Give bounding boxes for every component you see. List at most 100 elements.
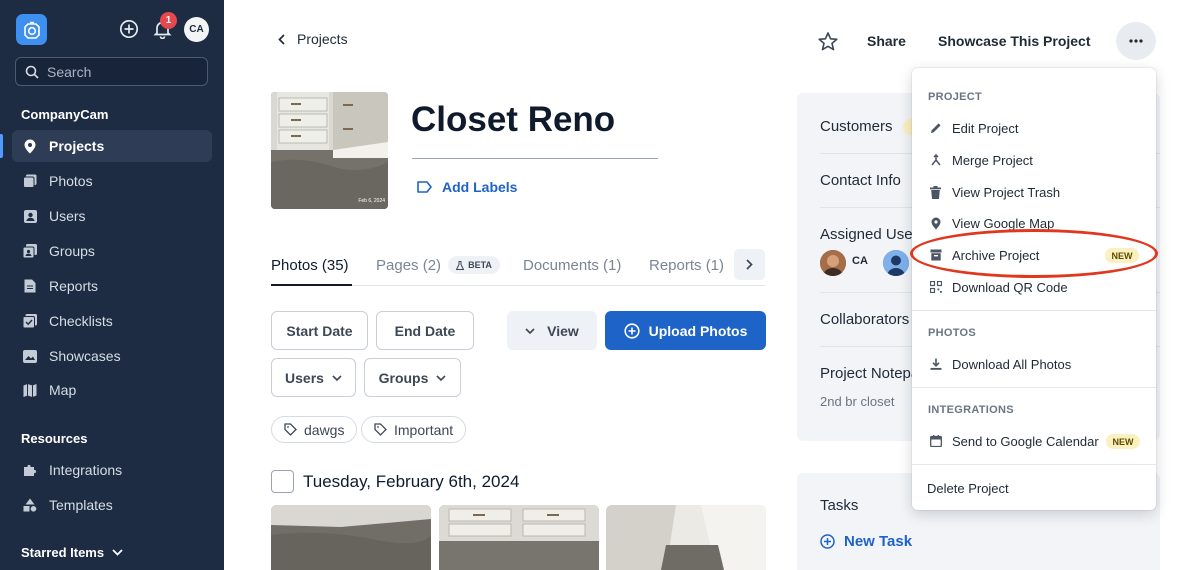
starred-items-toggle[interactable]: Starred Items: [21, 545, 123, 560]
select-date-checkbox[interactable]: [271, 470, 294, 493]
project-tabs: Photos (35) Pages (2) Documents (1) Repo…: [271, 248, 765, 286]
add-circle-icon: [820, 534, 835, 549]
pencil-icon: [929, 122, 942, 135]
add-circle-icon[interactable]: [118, 18, 140, 40]
search-icon: [25, 65, 39, 79]
active-tab-indicator: [271, 284, 352, 286]
menu-item-download-all-photos[interactable]: Download All Photos: [912, 351, 1156, 377]
new-task-button[interactable]: New Task: [820, 533, 912, 550]
sidebar-item-label: Reports: [49, 278, 99, 294]
tabs-scroll-right-button[interactable]: [734, 249, 765, 280]
title-underline: [412, 158, 658, 159]
menu-divider: [912, 310, 1156, 311]
project-title[interactable]: Closet Reno: [411, 100, 615, 140]
tab-reports[interactable]: Reports (1): [649, 257, 724, 274]
assigned-user-initials[interactable]: CA: [852, 255, 868, 267]
chevron-down-icon: [525, 327, 535, 334]
back-to-projects-link[interactable]: Projects: [278, 31, 348, 47]
tag-chip-label: Important: [394, 421, 454, 438]
chevron-left-icon: [278, 33, 285, 45]
ellipsis-icon: [1129, 39, 1143, 43]
search-input[interactable]: [47, 63, 197, 80]
tag-chip-important[interactable]: Important: [361, 416, 467, 443]
menu-item-merge-project[interactable]: Merge Project: [912, 147, 1156, 173]
groups-icon: [23, 244, 37, 258]
sidebar-item-label: Projects: [49, 138, 105, 154]
chevron-down-icon: [436, 374, 446, 381]
beta-badge-label: BETA: [468, 260, 492, 270]
sidebar-item-users[interactable]: Users: [12, 200, 212, 232]
tag-icon: [374, 423, 387, 436]
sidebar-item-label: Checklists: [49, 313, 113, 329]
menu-item-label: Edit Project: [952, 120, 1019, 136]
project-thumbnail[interactable]: Feb 6, 2024: [271, 92, 388, 209]
merge-icon: [929, 154, 942, 167]
showcase-project-button[interactable]: Showcase This Project: [938, 33, 1091, 49]
photo-thumbnail[interactable]: [271, 505, 431, 570]
section-title-resources: Resources: [21, 431, 88, 446]
back-link-label: Projects: [297, 31, 348, 47]
sidebar-item-map[interactable]: Map: [12, 374, 212, 406]
templates-icon: [23, 498, 37, 512]
menu-item-label: View Project Trash: [952, 184, 1061, 200]
checklist-icon: [23, 314, 37, 328]
menu-item-label: Delete Project: [927, 480, 1009, 496]
assigned-user-avatar[interactable]: [820, 250, 846, 276]
photo-thumbnail[interactable]: [439, 505, 599, 570]
search-box[interactable]: [15, 57, 208, 86]
calendar-icon: [929, 435, 942, 448]
menu-heading-project: PROJECT: [928, 91, 983, 103]
tab-pages[interactable]: Pages (2): [376, 257, 441, 274]
start-date-filter[interactable]: Start Date: [271, 311, 368, 350]
menu-item-delete-project[interactable]: Delete Project: [912, 475, 1156, 501]
companycam-logo-icon[interactable]: [16, 14, 47, 45]
menu-item-label: Download QR Code: [952, 279, 1068, 295]
user-avatar[interactable]: CA: [184, 17, 209, 42]
menu-heading-photos: PHOTOS: [928, 327, 977, 339]
menu-divider: [912, 387, 1156, 388]
tag-chip-label: dawgs: [304, 421, 345, 438]
sidebar-item-projects[interactable]: Projects: [0, 130, 212, 162]
add-labels-button[interactable]: Add Labels: [417, 179, 517, 195]
sidebar-item-groups[interactable]: Groups: [12, 235, 212, 267]
assigned-user-avatar[interactable]: [883, 250, 909, 276]
notification-count-badge: 1: [160, 12, 177, 29]
showcase-icon: [23, 349, 37, 363]
chevron-right-icon: [746, 259, 753, 270]
new-badge: NEW: [1105, 248, 1139, 263]
share-button[interactable]: Share: [867, 33, 906, 49]
flask-icon: [456, 260, 465, 270]
sidebar-item-integrations[interactable]: Integrations: [12, 454, 212, 486]
sidebar-item-checklists[interactable]: Checklists: [12, 305, 212, 337]
puzzle-icon: [23, 463, 37, 477]
menu-item-download-qr-code[interactable]: Download QR Code: [912, 274, 1156, 300]
menu-item-view-project-trash[interactable]: View Project Trash: [912, 179, 1156, 205]
tab-documents[interactable]: Documents (1): [523, 257, 621, 274]
star-icon[interactable]: [818, 32, 838, 54]
map-pin-icon: [23, 139, 37, 153]
sidebar-item-label: Map: [49, 382, 77, 398]
sidebar-item-photos[interactable]: Photos: [12, 165, 212, 197]
sidebar-item-reports[interactable]: Reports: [12, 270, 212, 302]
menu-item-label: Merge Project: [952, 152, 1033, 168]
tag-chip-dawgs[interactable]: dawgs: [271, 416, 358, 443]
sidebar-item-templates[interactable]: Templates: [12, 489, 212, 521]
sidebar-item-showcases[interactable]: Showcases: [12, 340, 212, 372]
tag-icon: [417, 181, 432, 193]
thumbnail-date-stamp: Feb 6, 2024: [358, 198, 385, 204]
upload-photos-button[interactable]: Upload Photos: [605, 311, 766, 350]
users-filter[interactable]: Users: [271, 358, 356, 397]
menu-item-label: Archive Project: [952, 247, 1040, 263]
menu-item-edit-project[interactable]: Edit Project: [912, 115, 1156, 141]
tab-photos[interactable]: Photos (35): [271, 257, 349, 274]
sidebar-item-label: Photos: [49, 173, 93, 189]
photo-thumbnail[interactable]: [606, 505, 766, 570]
menu-item-view-google-map[interactable]: View Google Map: [912, 210, 1156, 236]
groups-filter[interactable]: Groups: [364, 358, 461, 397]
view-options-button[interactable]: View: [507, 311, 597, 350]
upload-photos-label: Upload Photos: [648, 322, 748, 339]
end-date-filter[interactable]: End Date: [376, 311, 474, 350]
customers-label: Customers: [820, 118, 893, 135]
more-options-button[interactable]: [1116, 22, 1156, 60]
trash-icon: [929, 185, 942, 199]
